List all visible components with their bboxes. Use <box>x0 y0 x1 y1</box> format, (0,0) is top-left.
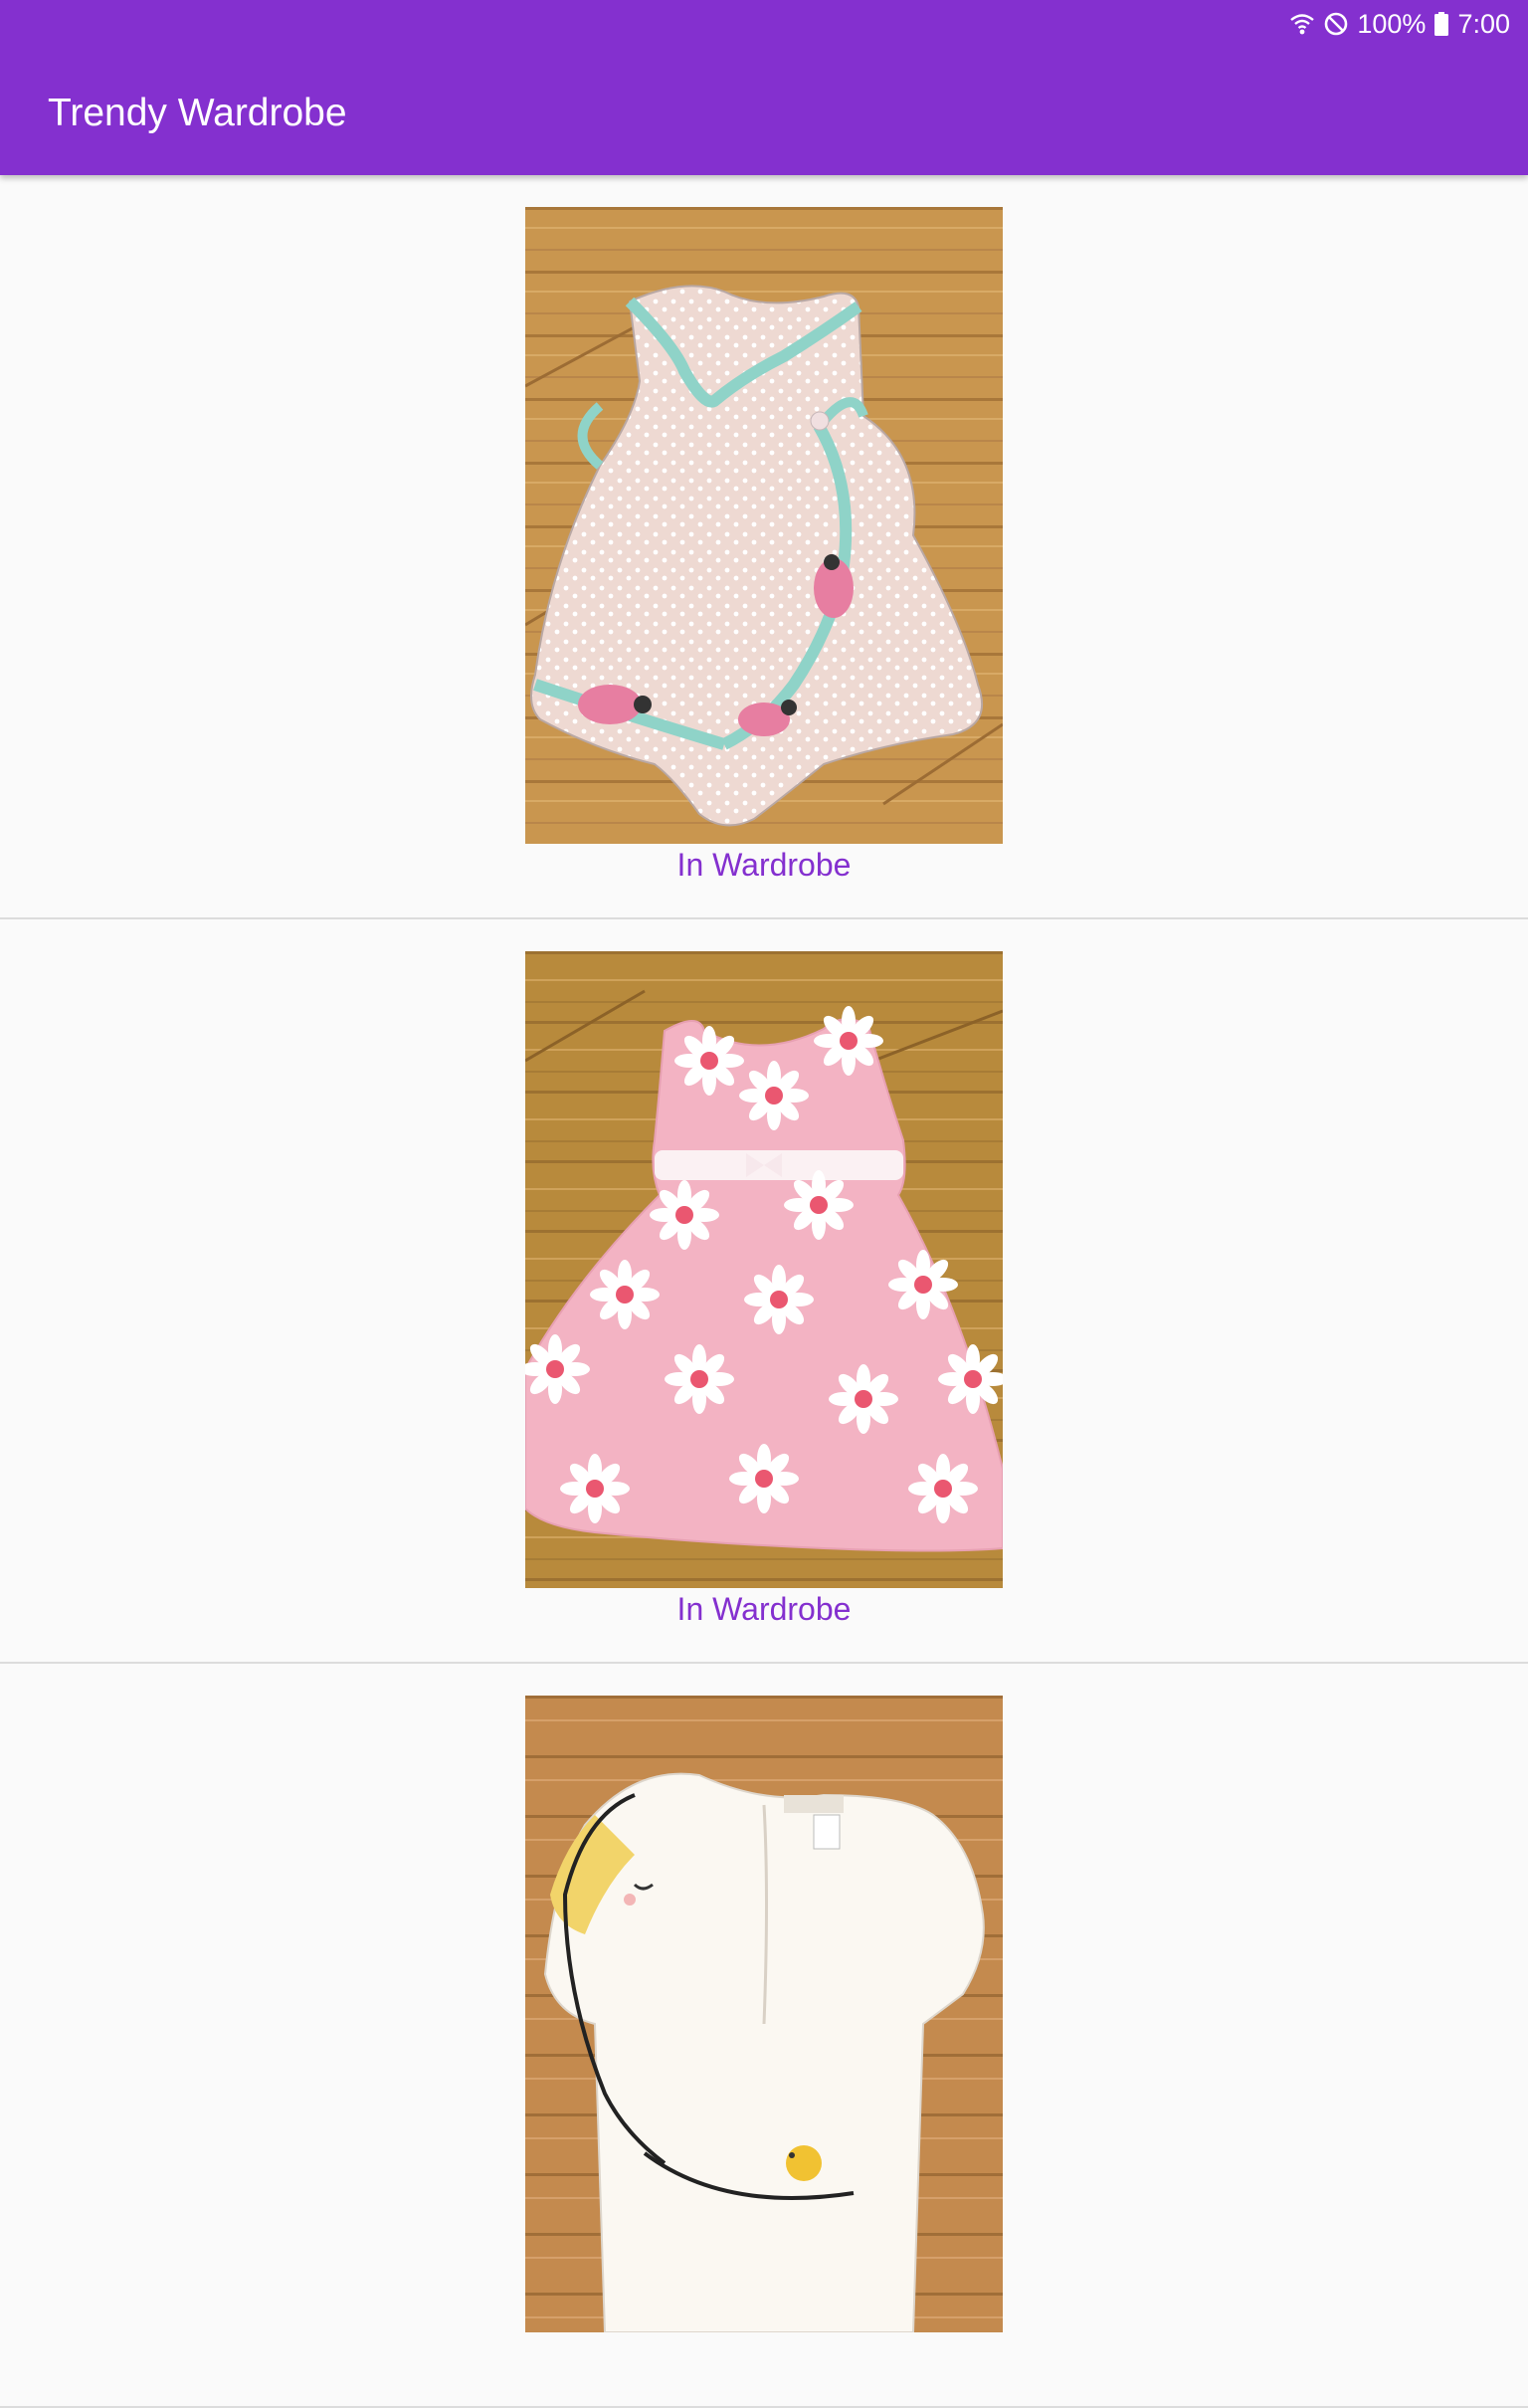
clothing-photo-dress[interactable] <box>525 951 1003 1588</box>
item-status-label[interactable]: In Wardrobe <box>0 1588 1528 1630</box>
wardrobe-list[interactable]: In Wardrobe In Wardrobe <box>0 175 1528 2408</box>
app-bar: 100% 7:00 Trendy Wardrobe <box>0 0 1528 175</box>
item-status-label[interactable]: In Wardrobe <box>0 844 1528 886</box>
wifi-icon <box>1289 11 1315 37</box>
app-title: Trendy Wardrobe <box>48 92 347 134</box>
clothing-photo-romper[interactable] <box>525 207 1003 844</box>
clothing-photo-onesie[interactable] <box>525 1696 1003 2332</box>
list-item[interactable] <box>0 1664 1528 2408</box>
clock: 7:00 <box>1457 8 1510 39</box>
list-item[interactable]: In Wardrobe <box>0 919 1528 1664</box>
status-bar: 100% 7:00 <box>1289 6 1510 42</box>
list-item[interactable]: In Wardrobe <box>0 175 1528 919</box>
battery-percent: 100% <box>1357 8 1427 39</box>
do-not-disturb-icon <box>1323 11 1349 37</box>
battery-icon <box>1433 11 1449 37</box>
